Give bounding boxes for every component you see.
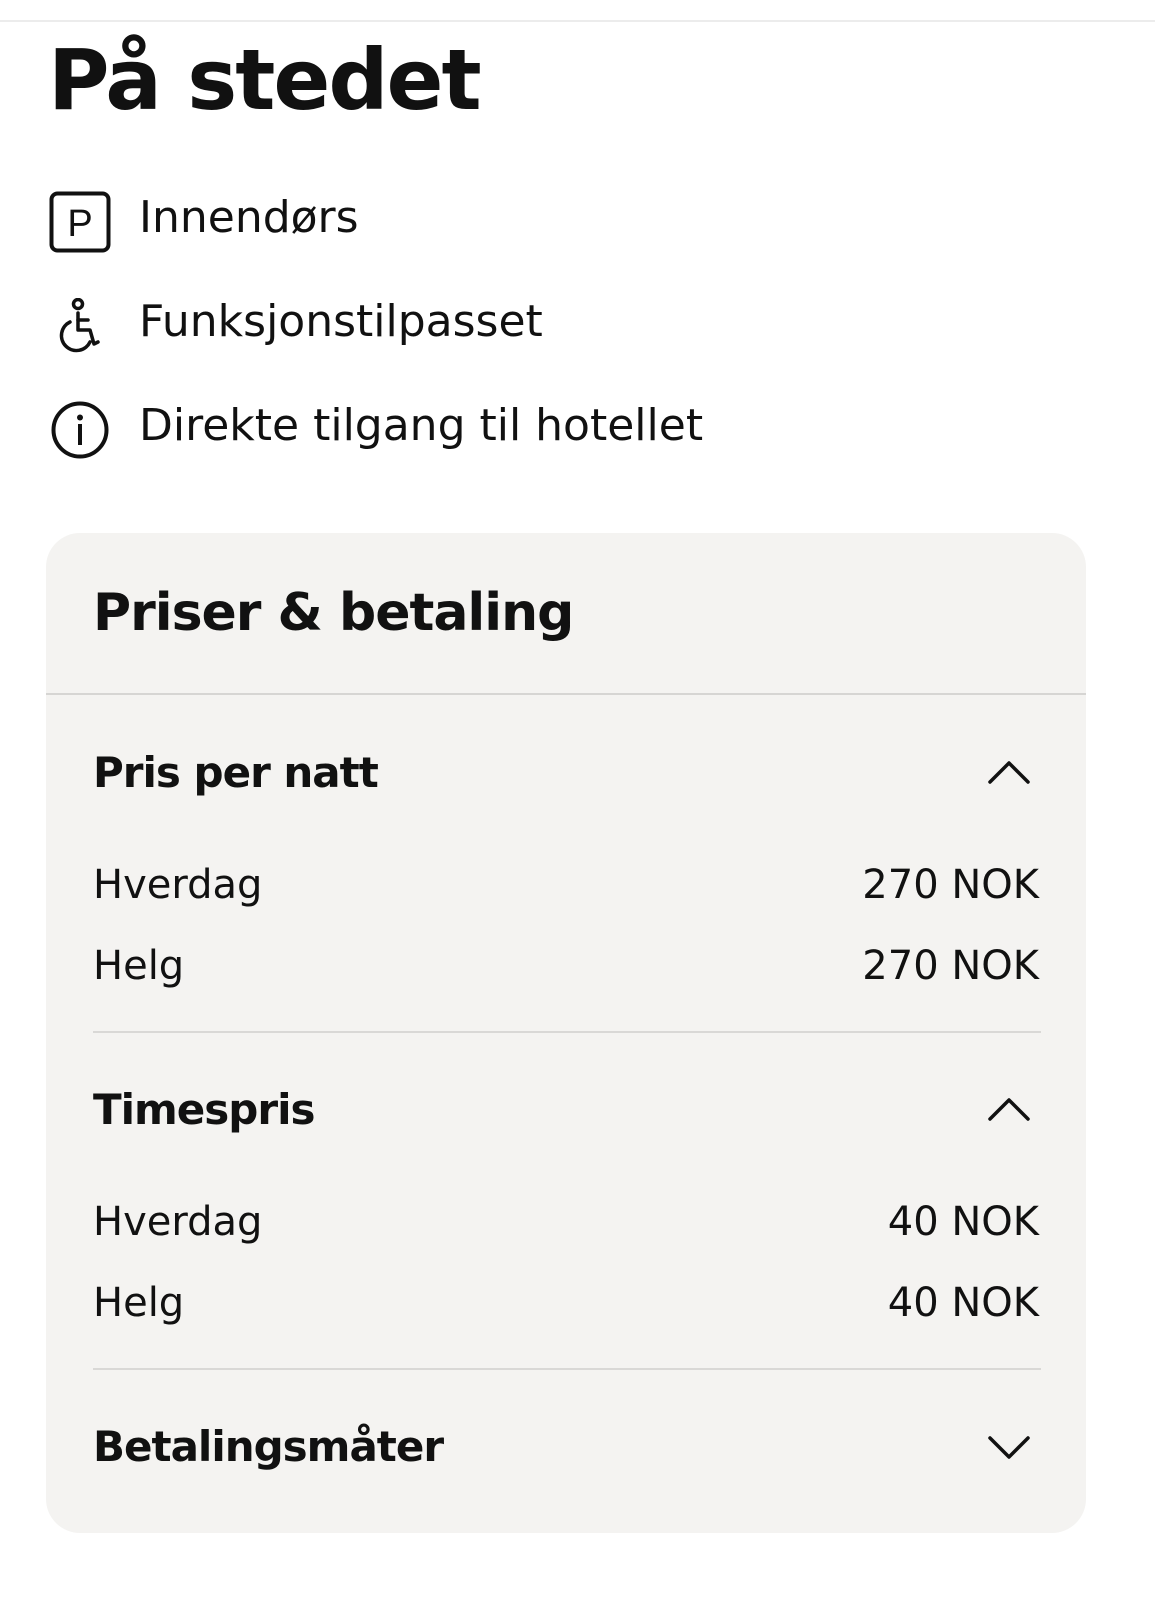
page: På stedet P Innendørs Funksjonstilpasset [0,0,1155,1600]
price-row-label: Helg [93,943,185,989]
section-header-timespris[interactable]: Timespris [93,1080,1039,1140]
section-header-betalingsmater[interactable]: Betalingsmåter [93,1417,1039,1477]
section-header-pris-per-natt[interactable]: Pris per natt [93,743,1039,803]
feature-label: Funksjonstilpasset [139,296,543,347]
price-row-value: 270 NOK [862,943,1039,989]
feature-item-parking: P Innendørs [48,180,1048,284]
page-title: På stedet [48,31,482,129]
feature-label: Direkte tilgang til hotellet [139,400,704,451]
section-title: Timespris [93,1085,315,1134]
price-row: Hverdag 270 NOK [93,860,1039,910]
price-row: Helg 270 NOK [93,941,1039,991]
pricing-title: Priser & betaling [93,583,574,643]
chevron-up-icon[interactable] [987,755,1031,791]
parking-icon: P [48,190,112,254]
feature-item-info: Direkte tilgang til hotellet [48,388,1048,492]
price-row: Hverdag 40 NOK [93,1197,1039,1247]
pricing-card: Priser & betaling Pris per natt Hverdag … [46,533,1086,1533]
chevron-up-icon[interactable] [987,1092,1031,1128]
price-row-label: Hverdag [93,1199,263,1245]
info-icon [48,398,112,462]
section-divider [93,1368,1041,1370]
price-row-value: 40 NOK [887,1199,1039,1245]
chevron-down-icon[interactable] [987,1429,1031,1465]
section-title: Pris per natt [93,748,379,797]
price-row: Helg 40 NOK [93,1278,1039,1328]
feature-label: Innendørs [139,192,359,243]
section-divider [93,1031,1041,1033]
price-row-value: 270 NOK [862,862,1039,908]
feature-item-accessible: Funksjonstilpasset [48,284,1048,388]
svg-text:P: P [67,203,92,245]
divider [46,693,1086,695]
price-row-value: 40 NOK [887,1280,1039,1326]
feature-list: P Innendørs Funksjonstilpasset Direkte t… [48,180,1048,492]
wheelchair-icon [48,294,112,358]
price-row-label: Hverdag [93,862,263,908]
price-row-label: Helg [93,1280,185,1326]
section-title: Betalingsmåter [93,1422,444,1471]
